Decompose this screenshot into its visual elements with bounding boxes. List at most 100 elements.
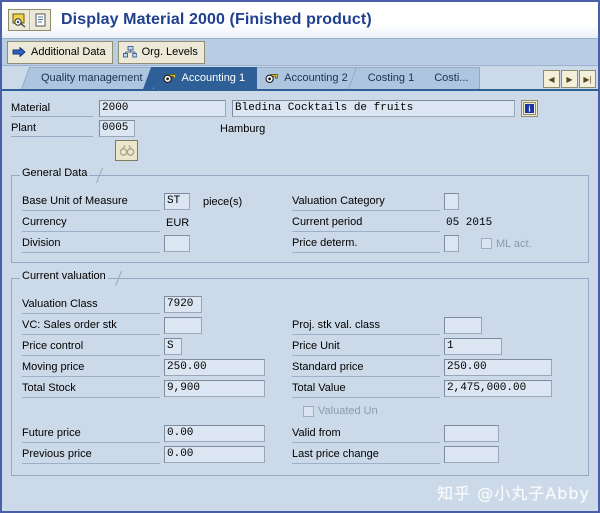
valuated-un-checkbox-box (303, 405, 314, 417)
moving-price-row: Moving price 250.00 (22, 357, 292, 378)
price-determ-row: Price determ. ML act. (292, 233, 572, 254)
additional-data-button[interactable]: Additional Data (7, 40, 113, 64)
valuated-un-row: Valuated Un (22, 401, 578, 421)
future-price-input[interactable]: 0.00 (164, 425, 265, 442)
tab-strip: Quality management Accounting 1 Accounti… (2, 66, 598, 89)
current-valuation-left-column: Valuation Class 7920 VC: Sales order stk… (22, 294, 292, 399)
sap-window: Display Material 2000 (Finished product)… (0, 0, 600, 513)
general-data-right-column: Valuation Category Current period 05 201… (292, 191, 572, 254)
future-price-label: Future price (22, 425, 160, 443)
total-value-input[interactable]: 2,475,000.00 (444, 380, 552, 397)
current-period-value: 05 2015 (446, 216, 493, 229)
division-row: Division (22, 233, 292, 254)
ml-act-label: ML act. (496, 237, 532, 250)
valid-from-row: Valid from (292, 423, 572, 444)
current-period-row: Current period 05 2015 (292, 212, 572, 233)
tab-accounting-2-label: Accounting 2 (284, 72, 348, 84)
proj-stk-val-class-label: Proj. stk val. class (292, 317, 440, 335)
division-input[interactable] (164, 235, 190, 252)
application-toolbar: Additional Data Org. Levels (2, 39, 598, 66)
org-levels-button[interactable]: Org. Levels (117, 40, 205, 64)
price-control-row: Price control S (22, 336, 292, 357)
next-tab-icon[interactable]: ▶ (561, 70, 578, 88)
previous-price-input[interactable]: 0.00 (164, 446, 265, 463)
material-input[interactable]: 2000 (99, 100, 226, 117)
price-control-label: Price control (22, 338, 160, 356)
moving-price-input[interactable]: 250.00 (164, 359, 265, 376)
currency-row: Currency EUR (22, 212, 292, 233)
last-price-change-input[interactable] (444, 446, 499, 463)
tab-costing-2[interactable]: Costi... (425, 67, 481, 89)
tab-navigation: ◀ ▶ ▶| (542, 70, 596, 88)
price-unit-row: Price Unit 1 (292, 336, 572, 357)
document-icon[interactable] (29, 10, 50, 30)
tab-costing-2-label: Costi... (434, 72, 469, 84)
vc-sales-order-stk-input[interactable] (164, 317, 202, 334)
base-unit-of-measure-input[interactable]: ST (164, 193, 190, 210)
valuation-class-input[interactable]: 7920 (164, 296, 202, 313)
material-header: Material 2000 Bledina Cocktails de fruit… (11, 98, 589, 161)
general-data-title: General Data (20, 167, 90, 179)
current-valuation-right-column: Proj. stk val. class Price Unit 1 Standa… (292, 294, 572, 399)
price-unit-input[interactable]: 1 (444, 338, 502, 355)
valid-from-label: Valid from (292, 425, 440, 443)
current-valuation-group: Current valuation Valuation Class 7920 V… (11, 270, 589, 476)
price-control-input[interactable]: S (164, 338, 182, 355)
division-label: Division (22, 235, 160, 253)
last-price-change-row: Last price change (292, 444, 572, 465)
prev-tab-icon[interactable]: ◀ (543, 70, 560, 88)
vc-sales-order-stk-row: VC: Sales order stk (22, 315, 292, 336)
standard-price-input[interactable]: 250.00 (444, 359, 552, 376)
last-tab-icon[interactable]: ▶| (579, 70, 596, 88)
total-stock-input[interactable]: 9,900 (164, 380, 265, 397)
key-icon (265, 73, 279, 85)
valuation-footer-left-column: Future price 0.00 Previous price 0.00 (22, 423, 292, 465)
page-title: Display Material 2000 (Finished product) (61, 11, 372, 28)
tab-costing-1[interactable]: Costing 1 (358, 67, 427, 89)
general-data-left-column: Base Unit of Measure ST piece(s) Currenc… (22, 191, 292, 254)
base-unit-of-measure-suffix: piece(s) (203, 195, 243, 208)
ml-act-checkbox[interactable]: ML act. (481, 238, 532, 250)
tab-quality-management-label: Quality management (41, 72, 143, 84)
tab-accounting-2[interactable]: Accounting 2 (256, 67, 360, 89)
valuation-footer-right-column: Valid from Last price change (292, 423, 572, 465)
previous-price-label: Previous price (22, 446, 160, 464)
previous-price-row: Previous price 0.00 (22, 444, 292, 465)
tab-accounting-1[interactable]: Accounting 1 (153, 67, 258, 89)
title-icon-group (8, 9, 51, 31)
spacer-row (292, 294, 572, 315)
plant-label: Plant (11, 120, 93, 137)
proj-stk-val-class-input[interactable] (444, 317, 482, 334)
standard-price-label: Standard price (292, 359, 440, 377)
tab-quality-management[interactable]: Quality management (32, 67, 155, 89)
tab-costing-1-label: Costing 1 (367, 72, 415, 84)
valuation-class-row: Valuation Class 7920 (22, 294, 292, 315)
binoculars-icon[interactable] (115, 140, 138, 161)
general-data-group: General Data Base Unit of Measure ST pie… (11, 167, 589, 263)
org-levels-label: Org. Levels (141, 46, 198, 58)
plant-input[interactable]: 0005 (99, 120, 135, 137)
valuation-category-label: Valuation Category (292, 193, 440, 211)
material-description-input[interactable]: Bledina Cocktails de fruits (232, 100, 515, 117)
proj-stk-val-class-row: Proj. stk val. class (292, 315, 572, 336)
valuation-category-input[interactable] (444, 193, 459, 210)
valuated-un-checkbox[interactable]: Valuated Un (303, 405, 378, 417)
additional-data-label: Additional Data (31, 46, 106, 58)
material-icon[interactable] (9, 10, 29, 30)
current-valuation-title: Current valuation (20, 270, 108, 282)
base-unit-of-measure-row: Base Unit of Measure ST piece(s) (22, 191, 292, 212)
ml-act-checkbox-box (481, 238, 492, 249)
price-determ-input[interactable] (444, 235, 459, 252)
org-hierarchy-icon (122, 46, 137, 58)
info-icon[interactable]: i (521, 100, 538, 117)
currency-value: EUR (166, 216, 190, 229)
valid-from-input[interactable] (444, 425, 499, 442)
total-value-label: Total Value (292, 380, 440, 398)
key-icon (162, 73, 177, 85)
vc-sales-order-stk-label: VC: Sales order stk (22, 317, 160, 335)
plant-description: Hamburg (220, 122, 266, 135)
current-period-label: Current period (292, 214, 440, 232)
total-value-row: Total Value 2,475,000.00 (292, 378, 572, 399)
currency-label: Currency (22, 214, 160, 232)
last-price-change-label: Last price change (292, 446, 440, 464)
